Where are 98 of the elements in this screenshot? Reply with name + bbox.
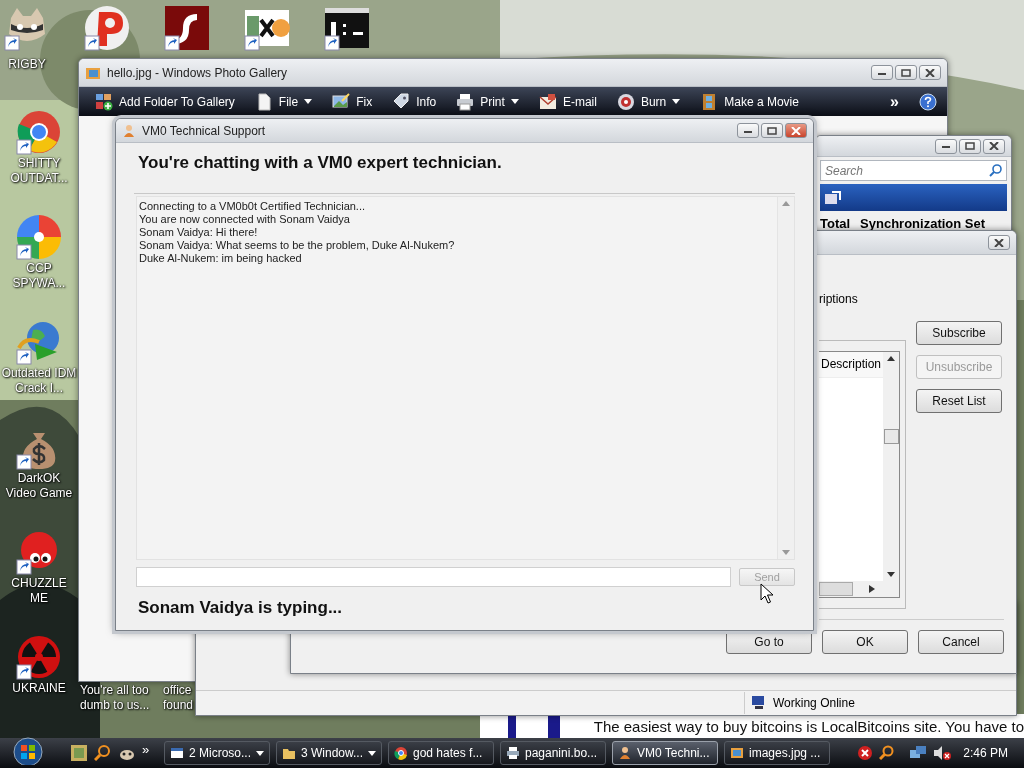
minimize-button[interactable] [871, 65, 893, 80]
window-title: VM0 Technical Support [142, 123, 267, 138]
taskbar-button[interactable]: images.jpg ... [724, 741, 830, 765]
typing-status: Sonam Vaidya is typing... [138, 598, 343, 618]
chat-message: Sonam Vaidya: What seems to be the problem, Duke Al-Nukem? [139, 239, 456, 252]
desktop-icon-label: SHITTY OUTDAT... [9, 156, 69, 186]
column-header: Synchronization Set [860, 216, 986, 231]
taskbar-button[interactable]: god hates f... [388, 741, 494, 765]
desktop-icon-label: UKRAINE [12, 681, 66, 696]
toolbar-button[interactable]: File [254, 92, 313, 111]
disc-icon [616, 92, 635, 111]
radiation-icon[interactable] [15, 633, 63, 681]
muted-speaker-icon[interactable] [933, 745, 952, 761]
desktop-icon-label: Outdated IDM Crack I... [1, 366, 77, 396]
tag-icon [392, 92, 411, 111]
close-button[interactable] [983, 138, 1005, 154]
add-folder-icon [95, 92, 113, 111]
minimize-icon [941, 143, 951, 149]
picture-frame-icon[interactable] [70, 744, 88, 762]
close-button[interactable] [919, 65, 941, 80]
clock: 2:46 PM [963, 746, 1008, 760]
desktop-icon-label: CCP SPYWA... [11, 261, 67, 291]
help-icon[interactable] [919, 92, 937, 111]
search-field[interactable]: Search [820, 160, 1007, 181]
close-icon [989, 142, 999, 150]
scroll-thumb[interactable] [819, 582, 853, 596]
desktop-icon-label: RIGBY [8, 57, 46, 72]
toolbar-button[interactable]: Info [392, 92, 437, 111]
close-icon [791, 126, 801, 135]
chat-message: Connecting to a VM0b0t Certified Technician... [139, 200, 367, 213]
column-header: Total [820, 216, 851, 231]
close-button[interactable] [988, 235, 1010, 250]
maximize-icon [767, 126, 777, 135]
toolbar-button[interactable]: E-mail [538, 92, 597, 111]
toolbar-button[interactable]: Print [456, 92, 519, 111]
desktop-icon-label: office found [163, 683, 195, 713]
printer-icon [456, 92, 475, 111]
gallery-icon [730, 746, 744, 760]
chat-message: Sonam Vaidya: Hi there! [139, 226, 259, 239]
section-label: riptions [819, 292, 859, 308]
photo-edit-icon [332, 92, 351, 111]
message-input[interactable] [136, 567, 731, 587]
chat-heading: You're chatting with a VM0 expert technician. [137, 152, 503, 174]
toolbar-button[interactable]: Add Folder To Gallery [95, 92, 235, 111]
desktop-icon-label: DarkOK Video Game [4, 471, 74, 501]
network-icon[interactable] [909, 745, 928, 761]
close-button[interactable] [785, 123, 807, 138]
desktop-icon-label: You're all too dumb to us... [80, 683, 151, 713]
scroll-down-icon[interactable] [887, 572, 895, 577]
person-icon [618, 746, 632, 760]
minimize-button[interactable] [935, 138, 957, 154]
printer-icon [506, 746, 520, 760]
maximize-button[interactable] [761, 123, 783, 138]
chat-message: You are now connected with Sonam Vaidya [139, 213, 351, 226]
more-button[interactable]: » [890, 92, 899, 111]
scroll-thumb[interactable] [883, 429, 899, 444]
taskbar-button[interactable]: 3 Window... [276, 741, 382, 765]
toolbar-button[interactable]: Make a Movie [700, 92, 799, 111]
toolbar-button[interactable]: Fix [332, 92, 373, 111]
scroll-right-icon[interactable] [869, 585, 876, 593]
network-computer-icon [751, 695, 767, 711]
toolbar-button[interactable]: Burn [616, 92, 681, 111]
column-header: Description [819, 352, 884, 378]
mouse-cursor-icon [760, 583, 774, 605]
dialog-button[interactable]: Reset List [916, 389, 1002, 413]
close-icon [994, 238, 1004, 247]
maximize-button[interactable] [895, 65, 917, 80]
window-icon [170, 746, 184, 760]
envelope-icon [538, 92, 557, 111]
chat-message: Duke Al-Nukem: im being hacked [139, 252, 303, 265]
more-button[interactable]: » [142, 741, 158, 757]
maximize-icon [901, 68, 911, 77]
search-icon[interactable] [94, 744, 112, 762]
browser-icon[interactable] [15, 108, 63, 156]
minimize-button[interactable] [737, 123, 759, 138]
scroll-up-icon[interactable] [887, 356, 895, 361]
maximize-button[interactable] [959, 138, 981, 154]
person-icon [122, 123, 136, 138]
maximize-icon [965, 142, 975, 150]
taskbar-button[interactable]: paganini.bo... [500, 741, 606, 765]
page-text: The easiest way to buy bitcoins is LocalBitcoins site. You have to [593, 717, 1024, 735]
desktop-icon-label: CHUZZLE ME [10, 576, 68, 606]
close-icon [925, 68, 935, 77]
dialog-button[interactable]: OK [822, 630, 908, 654]
search-icon[interactable] [989, 164, 1002, 177]
status-text: Working Online [773, 696, 855, 710]
flash-icon[interactable] [163, 4, 211, 52]
sync-icon[interactable] [824, 189, 842, 206]
window-title: hello.jpg - Windows Photo Gallery [107, 65, 289, 80]
dialog-button[interactable]: Cancel [918, 630, 1004, 654]
taskbar-button[interactable]: VM0 Techni... [612, 741, 718, 765]
folder-icon [282, 746, 296, 760]
p-logo-icon[interactable] [83, 4, 131, 52]
browser-icon [394, 746, 408, 760]
search-icon[interactable] [879, 745, 896, 761]
taskbar-button[interactable]: 2 Microso... [164, 741, 270, 765]
pinwheel-icon[interactable] [15, 213, 63, 261]
dialog-button[interactable]: Subscribe [916, 321, 1002, 345]
